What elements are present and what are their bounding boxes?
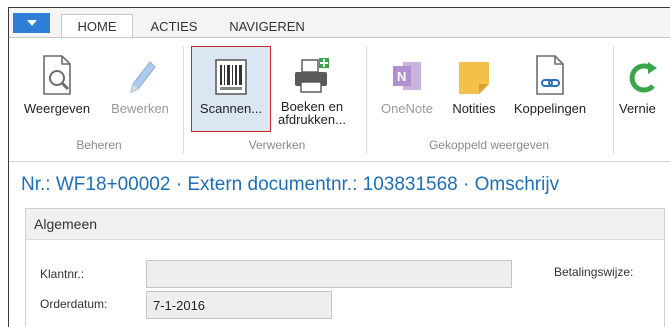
group-separator [613, 46, 614, 154]
klantnr-field[interactable] [146, 260, 512, 288]
weergeven-label: Weergeven [23, 101, 91, 116]
notities-label: Notities [452, 101, 496, 116]
weergeven-button[interactable]: Weergeven [17, 48, 97, 116]
edit-pencil-icon [130, 61, 156, 94]
ribbon: Weergeven Bewerken Scannen... Boeken en … [9, 37, 670, 162]
koppelingen-label: Koppelingen [513, 101, 587, 116]
link-document-icon [536, 55, 564, 95]
bewerken-button[interactable]: Bewerken [103, 48, 177, 116]
window-frame: HOME ACTIES NAVIGEREN Weergeven Bewerken… [8, 7, 670, 327]
vernieuwen-button[interactable]: Vernie [619, 48, 670, 116]
boeken-afdrukken-button[interactable]: Boeken en afdrukken... [273, 48, 351, 126]
tab-acties[interactable]: ACTIES [139, 14, 209, 38]
view-document-icon [43, 55, 71, 95]
scannen-button[interactable]: Scannen... [192, 48, 270, 116]
svg-text:N: N [397, 69, 406, 84]
group-label-beheren: Beheren [76, 138, 122, 152]
klantnr-label: Klantnr.: [40, 267, 85, 281]
refresh-icon [629, 62, 657, 93]
boeken-afdrukken-label: Boeken en afdrukken... [278, 100, 346, 126]
tab-navigeren[interactable]: NAVIGEREN [219, 14, 315, 38]
onenote-button[interactable]: N OneNote [373, 48, 441, 116]
tab-home[interactable]: HOME [61, 14, 133, 38]
menu-dropdown-icon[interactable] [13, 13, 50, 33]
betalingswijze-label: Betalingswijze: [554, 265, 634, 279]
group-separator [183, 46, 184, 154]
bewerken-label: Bewerken [111, 101, 169, 116]
group-label-gekoppeld: Gekoppeld weergeven [428, 138, 550, 152]
fasttab-algemeen: Algemeen Klantnr.: Betalingswijze: Order… [25, 208, 665, 327]
koppelingen-button[interactable]: Koppelingen [505, 48, 595, 116]
orderdatum-field[interactable]: 7-1-2016 [146, 291, 332, 319]
print-icon [295, 58, 329, 93]
group-separator [366, 46, 367, 154]
scannen-label: Scannen... [199, 101, 263, 116]
onenote-icon: N [393, 62, 421, 90]
fasttab-header[interactable]: Algemeen [26, 209, 664, 240]
boeken-label-line2: afdrukken... [278, 112, 346, 127]
barcode-scan-icon [215, 59, 247, 95]
vernieuwen-label: Vernie [619, 101, 656, 116]
onenote-label: OneNote [380, 101, 434, 116]
orderdatum-label: Orderdatum: [40, 297, 108, 311]
group-label-verwerken: Verwerken [248, 138, 306, 152]
ribbon-tab-bar: HOME ACTIES NAVIGEREN [9, 8, 670, 38]
notities-button[interactable]: Notities [445, 48, 503, 116]
page-title: Nr.: WF18+00002 · Extern documentnr.: 10… [21, 174, 560, 195]
sticky-note-icon [459, 62, 489, 94]
